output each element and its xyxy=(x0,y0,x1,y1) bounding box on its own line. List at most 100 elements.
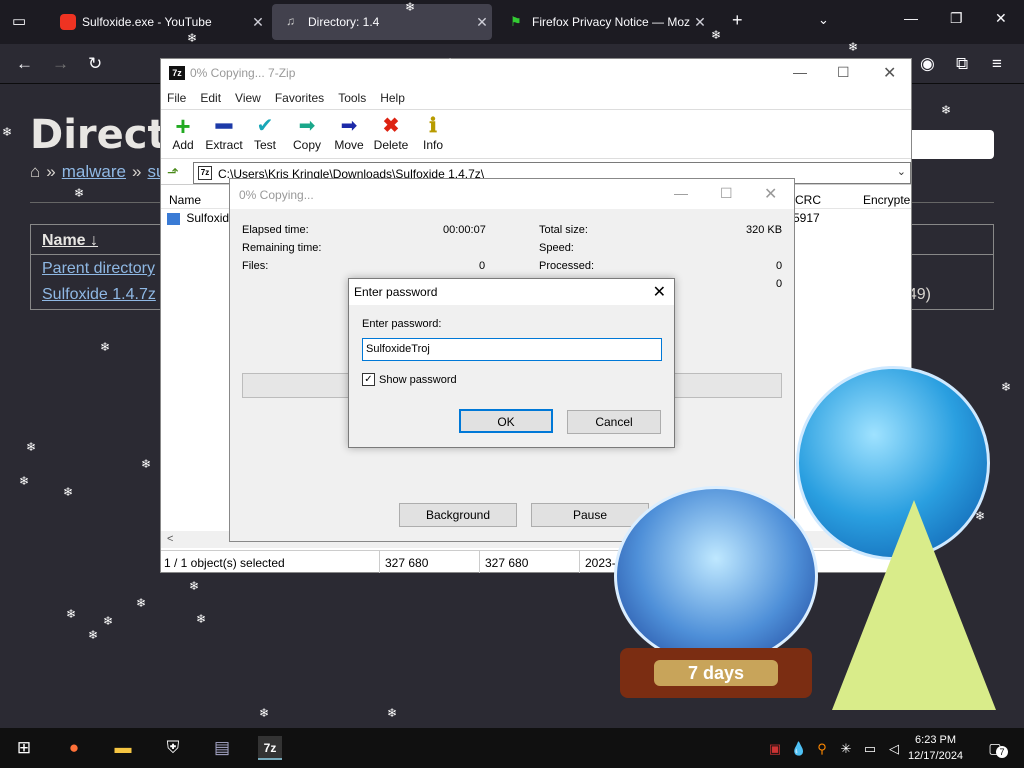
maximize-icon[interactable]: ☐ xyxy=(837,64,850,81)
file-row[interactable]: Sulfoxide 5917 xyxy=(167,211,820,225)
7zip-titlebar: 7z 0% Copying... 7-Zip — ☐ ✕ xyxy=(161,59,911,87)
chevron-down-icon[interactable]: ⌄ xyxy=(897,165,906,178)
move-label: Move xyxy=(334,138,364,152)
maximize-icon[interactable]: ❐ xyxy=(950,10,963,27)
forward-icon[interactable]: → xyxy=(52,54,69,74)
add-button[interactable]: + Add xyxy=(161,113,205,152)
system-clock[interactable]: 6:23 PM 12/17/2024 xyxy=(908,732,963,764)
snowflake-icon: ❄ xyxy=(66,607,77,621)
snowflake-icon: ❄ xyxy=(259,706,270,720)
tray-snowflake-icon[interactable]: ✳ xyxy=(834,737,858,761)
tray-drop-icon[interactable]: 💧 xyxy=(787,737,811,761)
7z-archive-icon: 7z xyxy=(198,166,212,180)
menu-edit[interactable]: Edit xyxy=(200,91,221,105)
ok-button[interactable]: OK xyxy=(459,409,553,433)
close-icon[interactable]: ✕ xyxy=(764,184,777,204)
scroll-left-icon[interactable]: < xyxy=(167,533,173,545)
test-label: Test xyxy=(253,138,276,152)
snowflake-icon: ❄ xyxy=(26,440,37,454)
check-icon: ✔ xyxy=(256,115,274,137)
tab-youtube[interactable]: Sulfoxide.exe - YouTube ✕ xyxy=(46,4,268,40)
background-button[interactable]: Background xyxy=(399,503,517,527)
volume-icon[interactable]: ◁ xyxy=(882,737,906,761)
tab-directory[interactable]: ♫ Directory: 1.4 ✕ xyxy=(272,4,492,40)
add-label: Add xyxy=(172,138,194,152)
delete-button[interactable]: ✖ Delete xyxy=(369,114,413,152)
file-crc: 5917 xyxy=(793,211,820,225)
pause-button[interactable]: Pause xyxy=(531,503,649,527)
info-button[interactable]: ℹ Info xyxy=(411,114,455,152)
globe-days-label: 7 days xyxy=(654,660,778,686)
folder-up-icon[interactable]: ⬏ xyxy=(167,164,179,181)
enter-password-dialog: Enter password ✕ Enter password: Sulfoxi… xyxy=(348,278,675,448)
snowflake-icon: ❄ xyxy=(19,474,30,488)
close-tab-icon[interactable]: ✕ xyxy=(248,14,268,31)
processed-label: Processed: xyxy=(539,260,595,272)
minimize-icon[interactable]: — xyxy=(793,64,807,80)
copy-label: Copy xyxy=(292,138,321,152)
menu-view[interactable]: View xyxy=(235,91,261,105)
close-icon[interactable]: ✕ xyxy=(653,282,666,302)
snowflake-icon: ❄ xyxy=(445,56,456,70)
close-icon[interactable]: ✕ xyxy=(883,63,896,83)
snowflake-icon: ❄ xyxy=(711,28,722,42)
home-icon[interactable]: ⌂ xyxy=(30,162,40,182)
progress-titlebar: 0% Copying... — ☐ ✕ xyxy=(230,179,794,209)
parent-directory-link[interactable]: Parent directory xyxy=(42,260,155,278)
menu-tools[interactable]: Tools xyxy=(338,91,366,105)
copy-button[interactable]: ➡ Copy xyxy=(285,114,329,152)
menu-favorites[interactable]: Favorites xyxy=(275,91,324,105)
back-icon[interactable]: ← xyxy=(16,54,33,74)
close-tab-icon[interactable]: ✕ xyxy=(690,14,710,31)
close-tab-icon[interactable]: ✕ xyxy=(472,14,492,31)
new-tab-icon[interactable]: + xyxy=(732,10,743,31)
close-window-icon[interactable]: ✕ xyxy=(995,10,1007,27)
maximize-icon[interactable]: ☐ xyxy=(720,185,733,202)
extensions-icon[interactable]: ⧉ xyxy=(956,54,968,74)
minimize-icon[interactable]: — xyxy=(674,185,688,201)
files-value: 0 xyxy=(479,260,486,272)
crc-column-header[interactable]: CRC xyxy=(795,193,821,207)
elapsed-label: Elapsed time: xyxy=(242,224,309,236)
7zip-toolbar: + Add ━ Extract ✔ Test ➡ Copy ➡ Move ✖ D… xyxy=(161,109,911,159)
move-button[interactable]: ➡ Move xyxy=(327,114,371,152)
show-password-checkbox[interactable]: ✓ xyxy=(362,373,375,386)
clock-date: 12/17/2024 xyxy=(908,750,964,762)
extract-button[interactable]: ━ Extract xyxy=(202,113,246,152)
menu-icon[interactable]: ≡ xyxy=(992,54,1002,74)
test-button[interactable]: ✔ Test xyxy=(243,114,287,152)
tray-app-icon[interactable]: ▣ xyxy=(763,737,787,761)
windows-start-icon[interactable]: ⊞ xyxy=(12,736,36,760)
list-all-tabs-icon[interactable]: ⌄ xyxy=(818,12,829,28)
search-input[interactable] xyxy=(905,130,994,159)
file-link[interactable]: Sulfoxide 1.4.7z xyxy=(42,286,156,304)
tab-list-icon[interactable]: ▭ xyxy=(12,12,26,30)
7zip-taskbar-icon[interactable]: 7z xyxy=(258,736,282,760)
encrypted-column-header[interactable]: Encrypte xyxy=(863,193,910,207)
name-column-header[interactable]: Name ↓ xyxy=(42,232,98,250)
control-panel-icon[interactable]: ▤ xyxy=(210,736,234,760)
file-explorer-icon[interactable]: ▬ xyxy=(111,736,135,760)
file-icon xyxy=(167,212,180,225)
menu-file[interactable]: File xyxy=(167,91,186,105)
shield-icon[interactable]: ⛨ xyxy=(161,736,185,760)
network-icon[interactable]: ▭ xyxy=(858,737,882,761)
elapsed-value: 00:00:07 xyxy=(443,224,486,236)
move-arrow-icon: ➡ xyxy=(340,115,358,137)
processed-value: 0 xyxy=(776,260,783,272)
info-label: Info xyxy=(422,138,443,152)
password-titlebar: Enter password ✕ xyxy=(349,279,674,305)
mozilla-icon: ⚑ xyxy=(510,14,522,29)
tab-privacy-notice[interactable]: ⚑ Firefox Privacy Notice — Mozill ✕ xyxy=(496,4,710,40)
christmas-tree-decoration xyxy=(832,500,996,710)
account-icon[interactable]: ◉ xyxy=(920,54,935,74)
reload-icon[interactable]: ↻ xyxy=(88,54,102,74)
cancel-button[interactable]: Cancel xyxy=(567,410,661,434)
firefox-icon[interactable]: ● xyxy=(62,736,86,760)
menu-help[interactable]: Help xyxy=(380,91,405,105)
search-icon[interactable]: ⚲ xyxy=(810,737,834,761)
minimize-icon[interactable]: — xyxy=(904,10,918,26)
breadcrumb-malware-link[interactable]: malware xyxy=(62,162,126,182)
name-column-header[interactable]: Name xyxy=(169,193,201,207)
password-input[interactable]: SulfoxideTroj xyxy=(362,338,662,361)
